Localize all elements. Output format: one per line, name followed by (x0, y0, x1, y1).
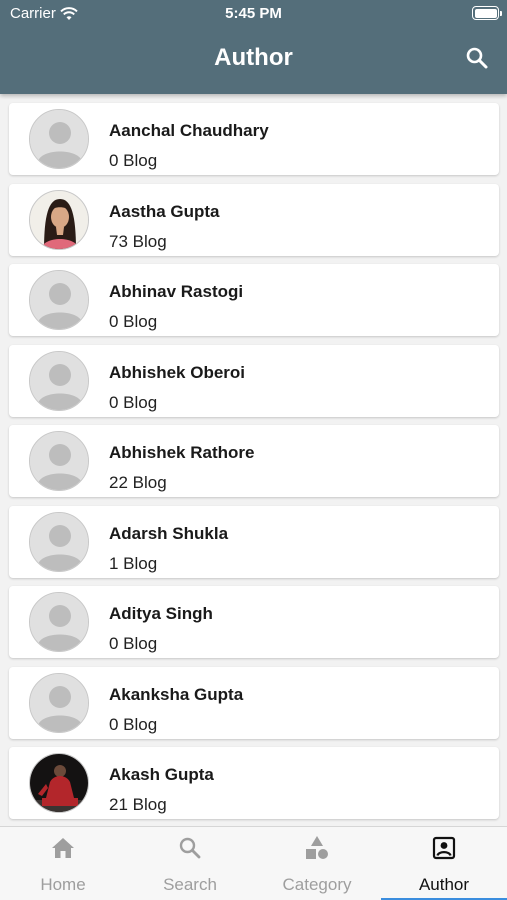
author-card[interactable]: Abhinav Rastogi 0 Blog (9, 264, 499, 336)
tab-category[interactable]: Category (254, 827, 380, 900)
author-card[interactable]: Adarsh Shukla 1 Blog (9, 505, 499, 578)
author-list[interactable]: Aanchal Chaudhary 0 Blog Aastha Gupta 73 Bl… (0, 94, 507, 826)
author-name: Akash Gupta (109, 765, 214, 784)
avatar-placeholder-icon (29, 511, 89, 572)
author-name: Aastha Gupta (109, 201, 220, 221)
author-blog-count: 0 Blog (109, 312, 158, 331)
author-blog-count: 0 Blog (109, 714, 158, 734)
author-name: Abhishek Oberoi (109, 362, 246, 382)
author-name: Aditya Singh (109, 604, 213, 623)
tab-author[interactable]: Author (381, 827, 507, 900)
tab-author-label: Author (418, 875, 470, 894)
home-icon (50, 835, 76, 861)
tab-home[interactable]: Home (0, 827, 126, 900)
author-blog-count: 0 Blog (109, 634, 158, 653)
avatar-placeholder-icon (29, 672, 89, 733)
avatar-placeholder-icon (29, 592, 89, 652)
author-blog-count: 22 Blog (109, 473, 167, 492)
avatar-placeholder-icon (29, 270, 89, 330)
tab-category-label: Category (282, 875, 352, 894)
avatar-placeholder-icon (29, 109, 89, 169)
battery-icon (472, 6, 502, 20)
search-icon (466, 47, 488, 69)
tab-search[interactable]: Search (127, 827, 253, 900)
author-name: Akanksha Gupta (109, 684, 244, 704)
author-card[interactable]: Akanksha Gupta 0 Blog (9, 666, 499, 739)
status-time: 5:45 PM (225, 5, 282, 22)
author-card[interactable]: Akash Gupta 21 Blog (9, 747, 499, 819)
author-card[interactable]: Abhishek Oberoi 0 Blog (9, 344, 499, 417)
tab-home-label: Home (40, 875, 86, 894)
author-name: Abhishek Rathore (109, 443, 255, 462)
author-card[interactable]: Abhishek Rathore 22 Blog (9, 425, 499, 497)
app-header: Carrier 5:45 PM Author (0, 0, 507, 94)
author-blog-count: 0 Blog (109, 392, 158, 412)
avatar-placeholder-icon (29, 350, 89, 411)
author-name: Aanchal Chaudhary (109, 121, 269, 140)
page-title: Author (214, 44, 293, 71)
status-bar: Carrier 5:45 PM (0, 0, 507, 28)
avatar (29, 189, 89, 250)
author-blog-count: 0 Blog (109, 151, 158, 170)
author-card[interactable]: Aastha Gupta 73 Blog (9, 183, 499, 256)
author-card[interactable]: Aditya Singh 0 Blog (9, 586, 499, 658)
avatar-placeholder-icon (29, 431, 89, 491)
author-blog-count: 73 Blog (109, 231, 167, 251)
category-icon (304, 835, 330, 861)
bottom-tab-bar: Home Search Category Author (0, 826, 507, 900)
author-blog-count: 1 Blog (109, 553, 158, 573)
avatar (29, 753, 89, 813)
author-icon (431, 835, 457, 861)
header-search-button[interactable] (463, 44, 491, 72)
tab-search-label: Search (163, 875, 217, 894)
author-blog-count: 21 Blog (109, 795, 167, 814)
search-icon (177, 835, 203, 861)
author-card[interactable]: Aanchal Chaudhary 0 Blog (9, 103, 499, 175)
author-name: Adarsh Shukla (109, 523, 229, 543)
author-name: Abhinav Rastogi (109, 282, 244, 301)
